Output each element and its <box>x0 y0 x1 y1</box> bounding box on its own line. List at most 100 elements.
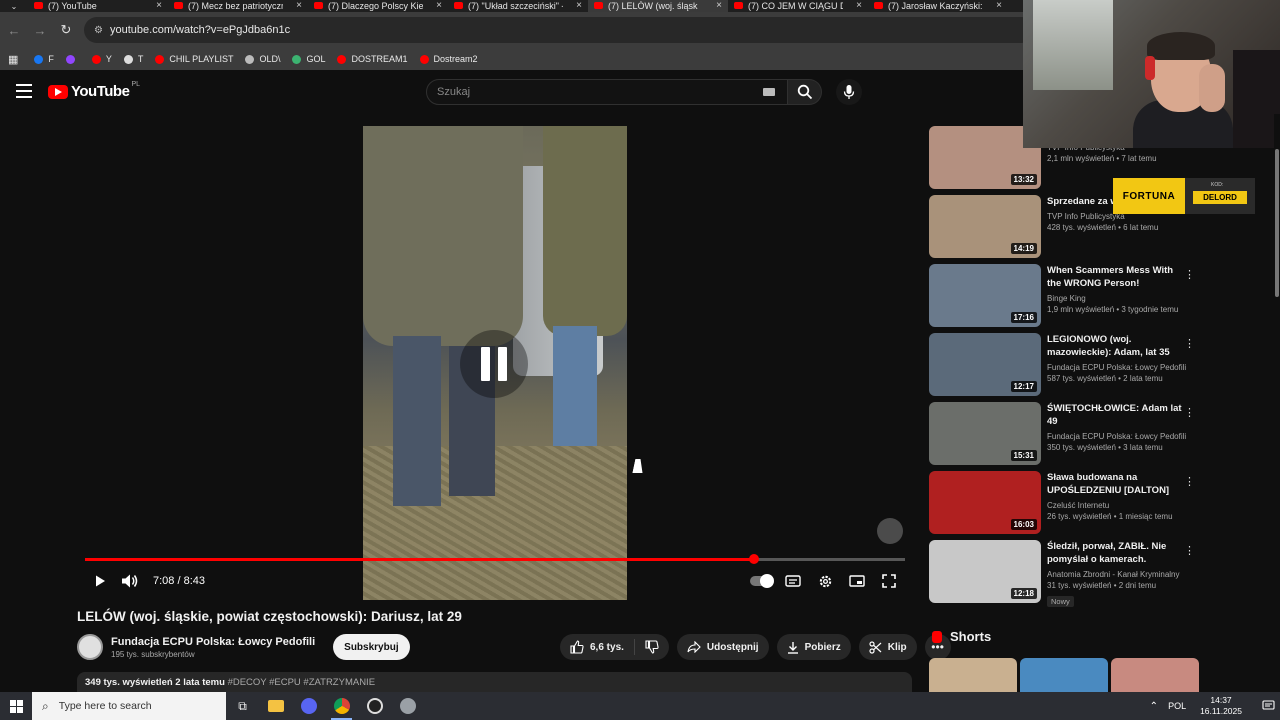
bookmark-item[interactable]: GOL <box>292 54 325 64</box>
close-tab-icon[interactable]: × <box>156 0 162 11</box>
notifications-button[interactable] <box>1256 692 1280 720</box>
bookmark-item[interactable]: Y <box>91 54 112 64</box>
progress-scrubber[interactable] <box>749 554 760 564</box>
start-button[interactable] <box>0 692 32 720</box>
bookmark-item[interactable]: OLD\ <box>245 54 280 64</box>
more-vertical-icon[interactable]: ⋮ <box>1184 544 1195 557</box>
browser-tab[interactable]: (7) Dlaczego Polscy Kiero × <box>308 0 448 12</box>
bookmark-item[interactable] <box>65 54 80 64</box>
obs-button[interactable] <box>358 692 391 720</box>
recommendation-channel[interactable]: Czeluść Internetu <box>1047 500 1187 511</box>
page-scrollbar[interactable] <box>1274 114 1280 690</box>
like-button[interactable]: 6,6 tys. <box>560 634 634 660</box>
browser-tab[interactable]: (7) YouTube × <box>28 0 168 12</box>
close-tab-icon[interactable]: × <box>716 0 722 11</box>
close-tab-icon[interactable]: × <box>856 0 862 11</box>
video-thumbnail[interactable]: 17:16 <box>929 264 1041 327</box>
more-vertical-icon[interactable]: ⋮ <box>1184 475 1195 488</box>
share-button[interactable]: Udostępnij <box>676 634 769 660</box>
back-button[interactable]: ← <box>2 18 26 42</box>
bookmark-item[interactable]: F <box>34 54 54 64</box>
more-vertical-icon[interactable]: ⋮ <box>1184 268 1195 281</box>
tab-search-chevron-icon[interactable]: ⌄ <box>0 0 28 12</box>
short-thumbnail[interactable] <box>929 658 1017 694</box>
recommendation-item[interactable]: 16:03 Sława budowana na UPOŚLEDZENIU [DAL… <box>929 471 1199 540</box>
miniplayer-button[interactable] <box>841 568 873 594</box>
clip-button[interactable]: Klip <box>858 634 917 660</box>
app-button[interactable] <box>391 692 424 720</box>
video-thumbnail[interactable]: 15:31 <box>929 402 1041 465</box>
scrollbar-thumb[interactable] <box>1275 149 1279 297</box>
chrome-button[interactable] <box>325 692 358 720</box>
language-indicator[interactable]: POL <box>1168 701 1186 711</box>
recommendation-title[interactable]: Sława budowana na UPOŚLEDZENIU [DALTON] <box>1047 471 1187 497</box>
recommendation-item[interactable]: 12:17 LEGIONOWO (woj. mazowieckie): Adam,… <box>929 333 1199 402</box>
volume-button[interactable] <box>115 568 145 594</box>
short-thumbnail[interactable] <box>1111 658 1199 694</box>
center-pause-button[interactable] <box>460 330 528 398</box>
tray-chevron-icon[interactable]: ⌃ <box>1150 701 1158 712</box>
recommendation-channel[interactable]: Fundacja ECPU Polska: Łowcy Pedofili <box>1047 431 1187 442</box>
close-tab-icon[interactable]: × <box>576 0 582 11</box>
hashtags[interactable]: #DECOY #ECPU #ZATRZYMANIE <box>228 677 375 688</box>
channel-name[interactable]: Fundacja ECPU Polska: Łowcy Pedofili <box>111 636 315 648</box>
recommendation-channel[interactable]: Anatomia Zbrodni - Kanał Kryminalny <box>1047 569 1187 580</box>
recommendation-item[interactable]: 17:16 When Scammers Mess With the WRONG P… <box>929 264 1199 333</box>
browser-tab[interactable]: (7) "Układ szczeciński" - r × <box>448 0 588 12</box>
file-explorer-button[interactable] <box>259 692 292 720</box>
video-thumbnail[interactable]: 14:19 <box>929 195 1041 258</box>
site-info-icon[interactable]: ⚙ <box>94 25 104 36</box>
search-input[interactable]: Szukaj <box>426 79 788 105</box>
video-player[interactable]: 7:08 / 8:43 <box>77 114 913 604</box>
discord-button[interactable] <box>292 692 325 720</box>
task-view-button[interactable]: ⧉ <box>226 692 259 720</box>
video-thumbnail[interactable]: 12:18 <box>929 540 1041 603</box>
recommendation-item[interactable]: 15:31 ŚWIĘTOCHŁOWICE: Adam lat 49 Fundacja… <box>929 402 1199 471</box>
youtube-logo[interactable]: YouTube PL <box>48 81 140 100</box>
bookmark-item[interactable]: T <box>123 54 143 64</box>
taskbar-search-input[interactable]: ⌕ Type here to search <box>32 692 226 720</box>
menu-hamburger-icon[interactable] <box>16 84 32 98</box>
close-tab-icon[interactable]: × <box>296 0 302 11</box>
browser-tab[interactable]: (7) CO JEM W CIĄGU DN × <box>728 0 868 12</box>
browser-tab[interactable]: (7) Mecz bez patriotyczn × <box>168 0 308 12</box>
more-vertical-icon[interactable]: ⋮ <box>1184 406 1195 419</box>
fullscreen-button[interactable] <box>873 568 905 594</box>
recommendation-title[interactable]: LEGIONOWO (woj. mazowieckie): Adam, lat … <box>1047 333 1187 359</box>
recommendation-title[interactable]: Śledził, porwał, ZABIŁ. Nie pomyślał o k… <box>1047 540 1187 566</box>
description-box[interactable]: 349 tys. wyświetleń 2 lata temu #DECOY #… <box>77 672 912 692</box>
search-button[interactable] <box>788 79 822 105</box>
bookmark-item[interactable]: CHIL PLAYLIST <box>155 54 233 64</box>
forward-button[interactable]: → <box>28 18 52 42</box>
recommendation-channel[interactable]: Binge King <box>1047 293 1187 304</box>
bookmark-item[interactable]: DOSTREAM1 <box>337 54 408 64</box>
settings-button[interactable] <box>809 568 841 594</box>
autoplay-toggle[interactable] <box>745 568 777 594</box>
video-thumbnail[interactable]: 16:03 <box>929 471 1041 534</box>
recommendation-item[interactable]: 12:18 Śledził, porwał, ZABIŁ. Nie pomyśla… <box>929 540 1199 609</box>
download-button[interactable]: Pobierz <box>776 634 851 660</box>
play-button[interactable] <box>85 568 115 594</box>
subtitles-button[interactable] <box>777 568 809 594</box>
short-thumbnail[interactable] <box>1020 658 1108 694</box>
apps-grid-icon[interactable]: ▦ <box>8 53 18 66</box>
progress-bar[interactable] <box>85 554 905 564</box>
omnibox[interactable]: ⚙ youtube.com/watch?v=ePgJdba6n1c <box>84 17 1034 43</box>
close-tab-icon[interactable]: × <box>436 0 442 11</box>
clock[interactable]: 14:37 16.11.2025 <box>1200 695 1242 717</box>
channel-avatar[interactable] <box>77 634 103 660</box>
more-vertical-icon[interactable]: ⋮ <box>1184 337 1195 350</box>
recommendation-title[interactable]: ŚWIĘTOCHŁOWICE: Adam lat 49 <box>1047 402 1187 428</box>
voice-search-button[interactable] <box>836 79 862 105</box>
video-thumbnail[interactable]: 12:17 <box>929 333 1041 396</box>
channel-watermark-icon[interactable] <box>877 518 903 544</box>
subscribe-button[interactable]: Subskrybuj <box>333 634 410 660</box>
keyboard-icon[interactable] <box>763 88 775 96</box>
bookmark-item[interactable]: Dostream2 <box>419 54 478 64</box>
reload-button[interactable]: ↻ <box>54 18 78 42</box>
dislike-button[interactable] <box>635 634 669 660</box>
close-tab-icon[interactable]: × <box>996 0 1002 11</box>
recommendation-channel[interactable]: Fundacja ECPU Polska: Łowcy Pedofili <box>1047 362 1187 373</box>
browser-tab[interactable]: (7) Jarosław Kaczyński: ta × <box>868 0 1008 12</box>
browser-tab[interactable]: (7) LELÓW (woj. śląsk × <box>588 0 728 12</box>
